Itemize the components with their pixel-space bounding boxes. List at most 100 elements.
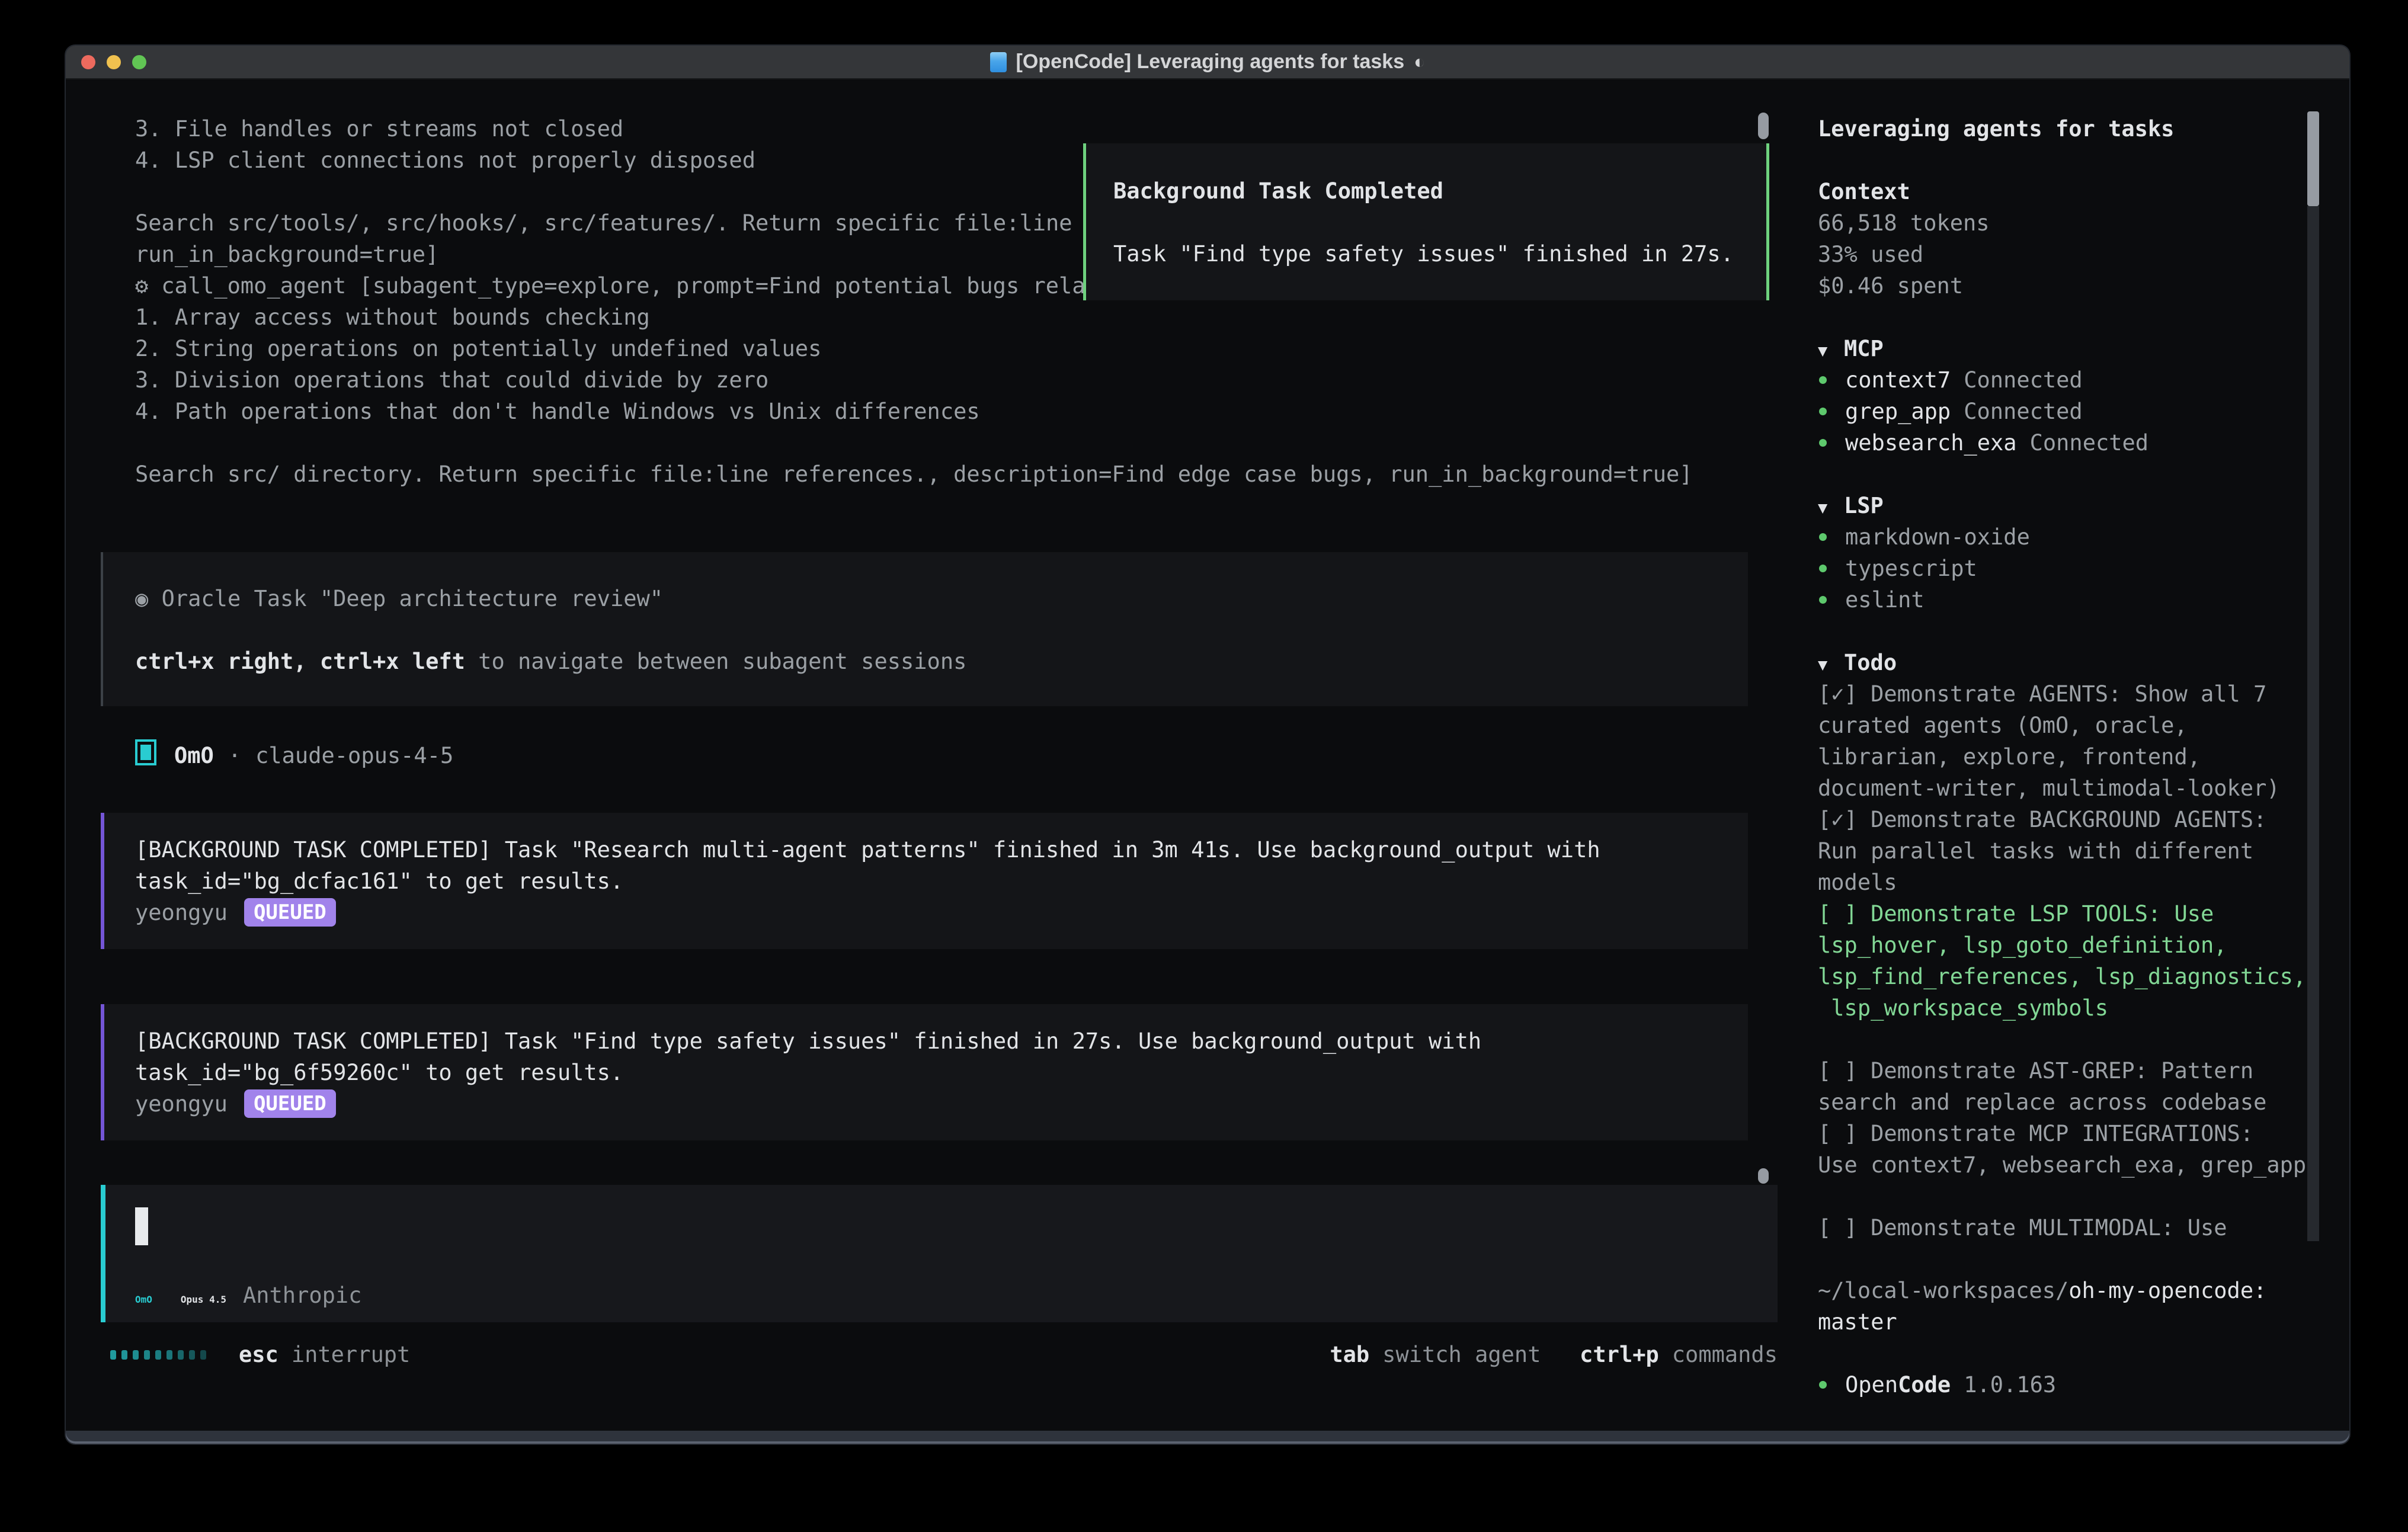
terminal-line: Search src/ directory. Return specific f… (101, 459, 1778, 490)
titlebar[interactable]: [OpenCode] Leveraging agents for tasks ◐ (66, 46, 2349, 79)
todo-line: search and replace across codebase (1818, 1086, 2321, 1118)
message-line: [BACKGROUND TASK COMPLETED] Task "Resear… (104, 834, 1748, 866)
message-line: task_id="bg_dcfac161" to get results. (104, 866, 1748, 897)
message-meta: yeongyu QUEUED (104, 897, 1748, 928)
terminal-line: 3. Division operations that could divide… (101, 364, 1778, 396)
todo-line: [✓] Demonstrate AGENTS: Show all 7 (1818, 678, 2321, 710)
oracle-task-title: ◉ Oracle Task "Deep architecture review" (103, 583, 1748, 614)
todo-line: Run parallel tasks with different (1818, 835, 2321, 867)
green-dot-icon (1819, 439, 1827, 447)
esc-key-label: interrupt (292, 1342, 410, 1367)
background-task-message: [BACKGROUND TASK COMPLETED] Task "Resear… (101, 813, 1748, 949)
context-heading: Context (1818, 176, 2321, 207)
chevron-down-icon: ▼ (1818, 492, 1844, 524)
agent-name: OmO (174, 743, 214, 768)
terminal-line: 1. Array access without bounds checking (101, 302, 1778, 333)
lsp-item: markdown-oxide (1818, 521, 2321, 553)
mcp-item: websearch_exaConnected (1818, 427, 2321, 459)
todo-line: [ ] Demonstrate MCP INTEGRATIONS: (1818, 1118, 2321, 1149)
main-scrollbar-mark[interactable] (1758, 1168, 1769, 1184)
lsp-section-header[interactable]: ▼LSP (1818, 490, 2321, 521)
lsp-item: eslint (1818, 584, 2321, 616)
message-user: yeongyu (135, 1091, 228, 1117)
green-dot-icon (1819, 596, 1827, 604)
status-badge: QUEUED (244, 1089, 336, 1118)
agent-badge-icon (135, 739, 156, 765)
green-dot-icon (1819, 376, 1827, 384)
terminal-line: 2. String operations on potentially unde… (101, 333, 1778, 364)
input-agent-name: OmO (135, 1294, 152, 1305)
status-left: esc interrupt (101, 1342, 410, 1367)
terminal-line: 3. File handles or streams not closed (101, 113, 1778, 145)
todo-line: librarian, explore, frontend, (1818, 741, 2321, 773)
todo-line-active: lsp_hover, lsp_goto_definition, (1818, 930, 2321, 961)
sidebar: Leveraging agents for tasks Context 66,5… (1818, 113, 2321, 1400)
spinner-icon (110, 1350, 212, 1360)
background-task-notification: Background Task Completed Task "Find typ… (1083, 143, 1769, 300)
todo-line: [ ] Demonstrate MULTIMODAL: Use (1818, 1212, 2321, 1243)
message-user: yeongyu (135, 900, 228, 925)
terminal-line: 4. Path operations that don't handle Win… (101, 396, 1778, 427)
agent-header: OmO·claude-opus-4-5 (101, 739, 1778, 771)
todo-line: models (1818, 867, 2321, 898)
todo-line-active: lsp_workspace_symbols (1818, 992, 2321, 1024)
opencode-version: OpenCode1.0.163 (1818, 1369, 2321, 1400)
chevron-down-icon: ▼ (1818, 335, 1844, 367)
todo-line-active: lsp_find_references, lsp_diagnostics, (1818, 961, 2321, 992)
notification-body: Task "Find type safety issues" finished … (1113, 238, 1766, 270)
background-task-message: [BACKGROUND TASK COMPLETED] Task "Find t… (101, 1004, 1748, 1140)
tab-shortcut: tabswitch agent (1330, 1353, 1541, 1364)
sidebar-title: Leveraging agents for tasks (1818, 113, 2321, 145)
message-line: task_id="bg_6f59260c" to get results. (104, 1057, 1748, 1088)
green-dot-icon (1819, 565, 1827, 572)
window-title: [OpenCode] Leveraging agents for tasks ◐ (66, 46, 2349, 78)
todo-line: [✓] Demonstrate BACKGROUND AGENTS: (1818, 804, 2321, 835)
main-scrollbar-thumb[interactable] (1758, 113, 1769, 139)
terminal-main: 3. File handles or streams not closed 4.… (101, 113, 1778, 1370)
lsp-item: typescript (1818, 553, 2321, 584)
text-cursor (135, 1207, 148, 1245)
context-spent: $0.46 spent (1818, 270, 2321, 302)
notification-title: Background Task Completed (1113, 175, 1766, 207)
sidebar-scrollbar-track[interactable] (2307, 206, 2319, 1241)
sidebar-scrollbar-thumb[interactable] (2307, 111, 2319, 206)
todo-line: curated agents (OmO, oracle, (1818, 710, 2321, 741)
esc-key-hint: esc (239, 1342, 278, 1367)
opencode-window: [OpenCode] Leveraging agents for tasks ◐… (66, 46, 2349, 1444)
context-used: 33% used (1818, 239, 2321, 270)
input-model-version: Opus 4.5 (181, 1294, 226, 1305)
todo-line: [ ] Demonstrate AST-GREP: Pattern (1818, 1055, 2321, 1086)
green-dot-icon (1819, 408, 1827, 415)
oracle-task-box: ◉ Oracle Task "Deep architecture review"… (101, 552, 1748, 706)
chevron-down-icon: ▼ (1818, 649, 1844, 681)
shortcut-hint: to navigate between subagent sessions (465, 649, 966, 674)
window-title-text: [OpenCode] Leveraging agents for tasks (1016, 50, 1405, 73)
status-bar: esc interrupt tabswitch agent ctrl+pcomm… (101, 1339, 1778, 1370)
terminal-line (101, 427, 1778, 459)
status-badge: QUEUED (244, 898, 336, 927)
half-moon-icon: ◐ (1414, 51, 1425, 73)
todo-line: Use context7, websearch_exa, grep_app (1818, 1149, 2321, 1181)
green-dot-icon (1819, 533, 1827, 541)
message-meta: yeongyu QUEUED (104, 1088, 1748, 1120)
subagent-nav-hint: ctrl+x right, ctrl+x left to navigate be… (103, 646, 1748, 677)
workspace-path: ~/local-workspaces/oh-my-opencode: (1818, 1275, 2321, 1306)
window-bottom-edge (66, 1431, 2349, 1444)
mcp-item: context7Connected (1818, 364, 2321, 396)
input-provider: Anthropic (243, 1283, 361, 1308)
model-row: OmO Opus 4.5 Anthropic (135, 1283, 361, 1308)
todo-line-active: [ ] Demonstrate LSP TOOLS: Use (1818, 898, 2321, 930)
agent-model: claude-opus-4-5 (255, 743, 453, 768)
green-dot-icon (1819, 1381, 1827, 1389)
shortcut-keys: ctrl+x right, ctrl+x left (135, 649, 465, 674)
todo-section-header[interactable]: ▼Todo (1818, 647, 2321, 678)
prompt-input[interactable]: OmO Opus 4.5 Anthropic (101, 1185, 1778, 1322)
gear-icon: ⚙ (135, 273, 148, 299)
workspace-branch: master (1818, 1306, 2321, 1338)
context-tokens: 66,518 tokens (1818, 207, 2321, 239)
mcp-section-header[interactable]: ▼MCP (1818, 333, 2321, 364)
commands-shortcut: ctrl+pcommands (1580, 1353, 1778, 1364)
todo-line: document-writer, multimodal-looker) (1818, 773, 2321, 804)
document-icon (990, 52, 1007, 72)
status-right: tabswitch agent ctrl+pcommands (1330, 1342, 1778, 1367)
